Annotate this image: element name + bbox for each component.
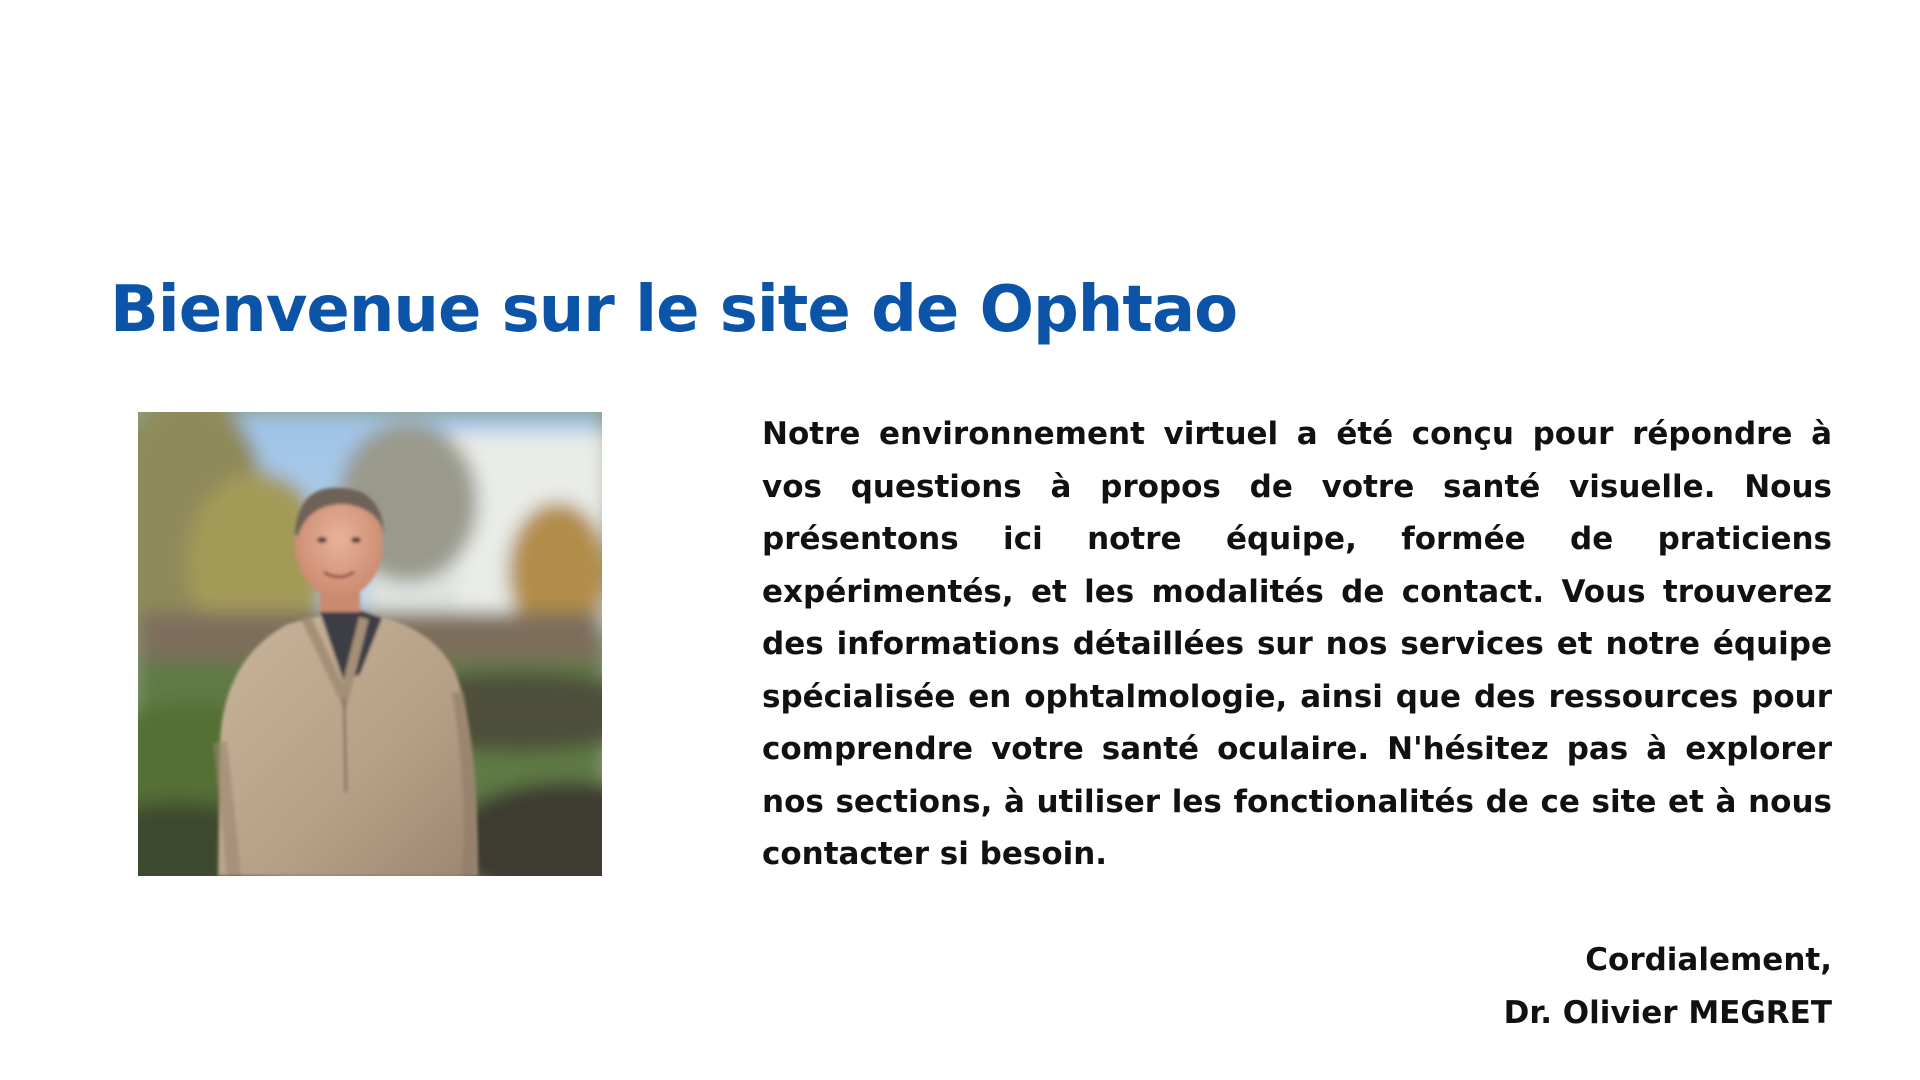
signoff: Cordialement, Dr. Olivier MEGRET	[1132, 934, 1832, 1039]
page-title: Bienvenue sur le site de Ophtao	[110, 273, 1238, 347]
closing-text: Cordialement,	[1585, 942, 1832, 978]
intro-paragraph: Notre environnement virtuel a été conçu …	[762, 416, 1832, 872]
doctor-portrait-photo	[138, 412, 602, 876]
signature-name: Dr. Olivier MEGRET	[1503, 994, 1832, 1031]
